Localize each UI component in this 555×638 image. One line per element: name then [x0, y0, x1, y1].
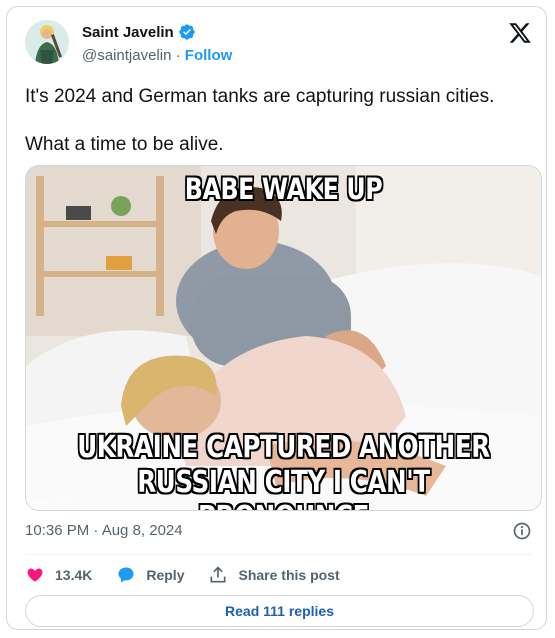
- tweet-text: It's 2024 and German tanks are capturing…: [25, 85, 530, 157]
- meme-bottom-caption-line-2: RUSSIAN CITY I CAN'T PRONOUNCE: [137, 465, 430, 510]
- read-replies-button[interactable]: Read 111 replies: [25, 595, 534, 627]
- reply-button[interactable]: Reply: [116, 565, 184, 585]
- tweet-text-line-1: It's 2024 and German tanks are capturing…: [25, 86, 495, 107]
- follow-button[interactable]: Follow: [185, 47, 233, 64]
- like-button[interactable]: 13.4K: [25, 565, 92, 585]
- reply-label: Reply: [146, 567, 185, 583]
- author-handle[interactable]: @saintjavelin: [82, 47, 171, 64]
- avatar[interactable]: [25, 20, 69, 64]
- tweet-text-line-2: What a time to be alive.: [25, 134, 224, 155]
- meme-bottom-caption-line-1: UKRAINE CAPTURED ANOTHER: [77, 430, 490, 465]
- meme-bottom-caption: UKRAINE CAPTURED ANOTHER RUSSIAN CITY I …: [72, 430, 494, 510]
- like-count: 13.4K: [55, 567, 93, 583]
- meme-top-caption: BABE WAKE UP: [184, 172, 383, 206]
- reply-bubble-icon: [118, 567, 134, 583]
- meme-image[interactable]: BABE WAKE UP UKRAINE CAPTURED ANOTHER RU…: [25, 165, 542, 511]
- action-bar: 13.4K Reply Share this post: [25, 565, 364, 585]
- share-icon: [210, 566, 226, 583]
- heart-icon: [27, 568, 43, 582]
- imgflip-watermark: imgflip.com: [30, 499, 71, 508]
- verified-badge-icon: [179, 24, 195, 40]
- tweet-timestamp[interactable]: 10:36 PM · Aug 8, 2024: [25, 522, 183, 539]
- author-name[interactable]: Saint Javelin: [82, 24, 174, 41]
- share-label: Share this post: [238, 567, 340, 583]
- divider: [25, 554, 532, 555]
- info-icon[interactable]: [512, 521, 532, 541]
- separator: ·: [175, 47, 181, 64]
- x-logo-icon[interactable]: [508, 21, 532, 45]
- tweet-card: Saint Javelin @saintjavelin · Follow It'…: [6, 6, 547, 630]
- share-button[interactable]: Share this post: [208, 565, 340, 585]
